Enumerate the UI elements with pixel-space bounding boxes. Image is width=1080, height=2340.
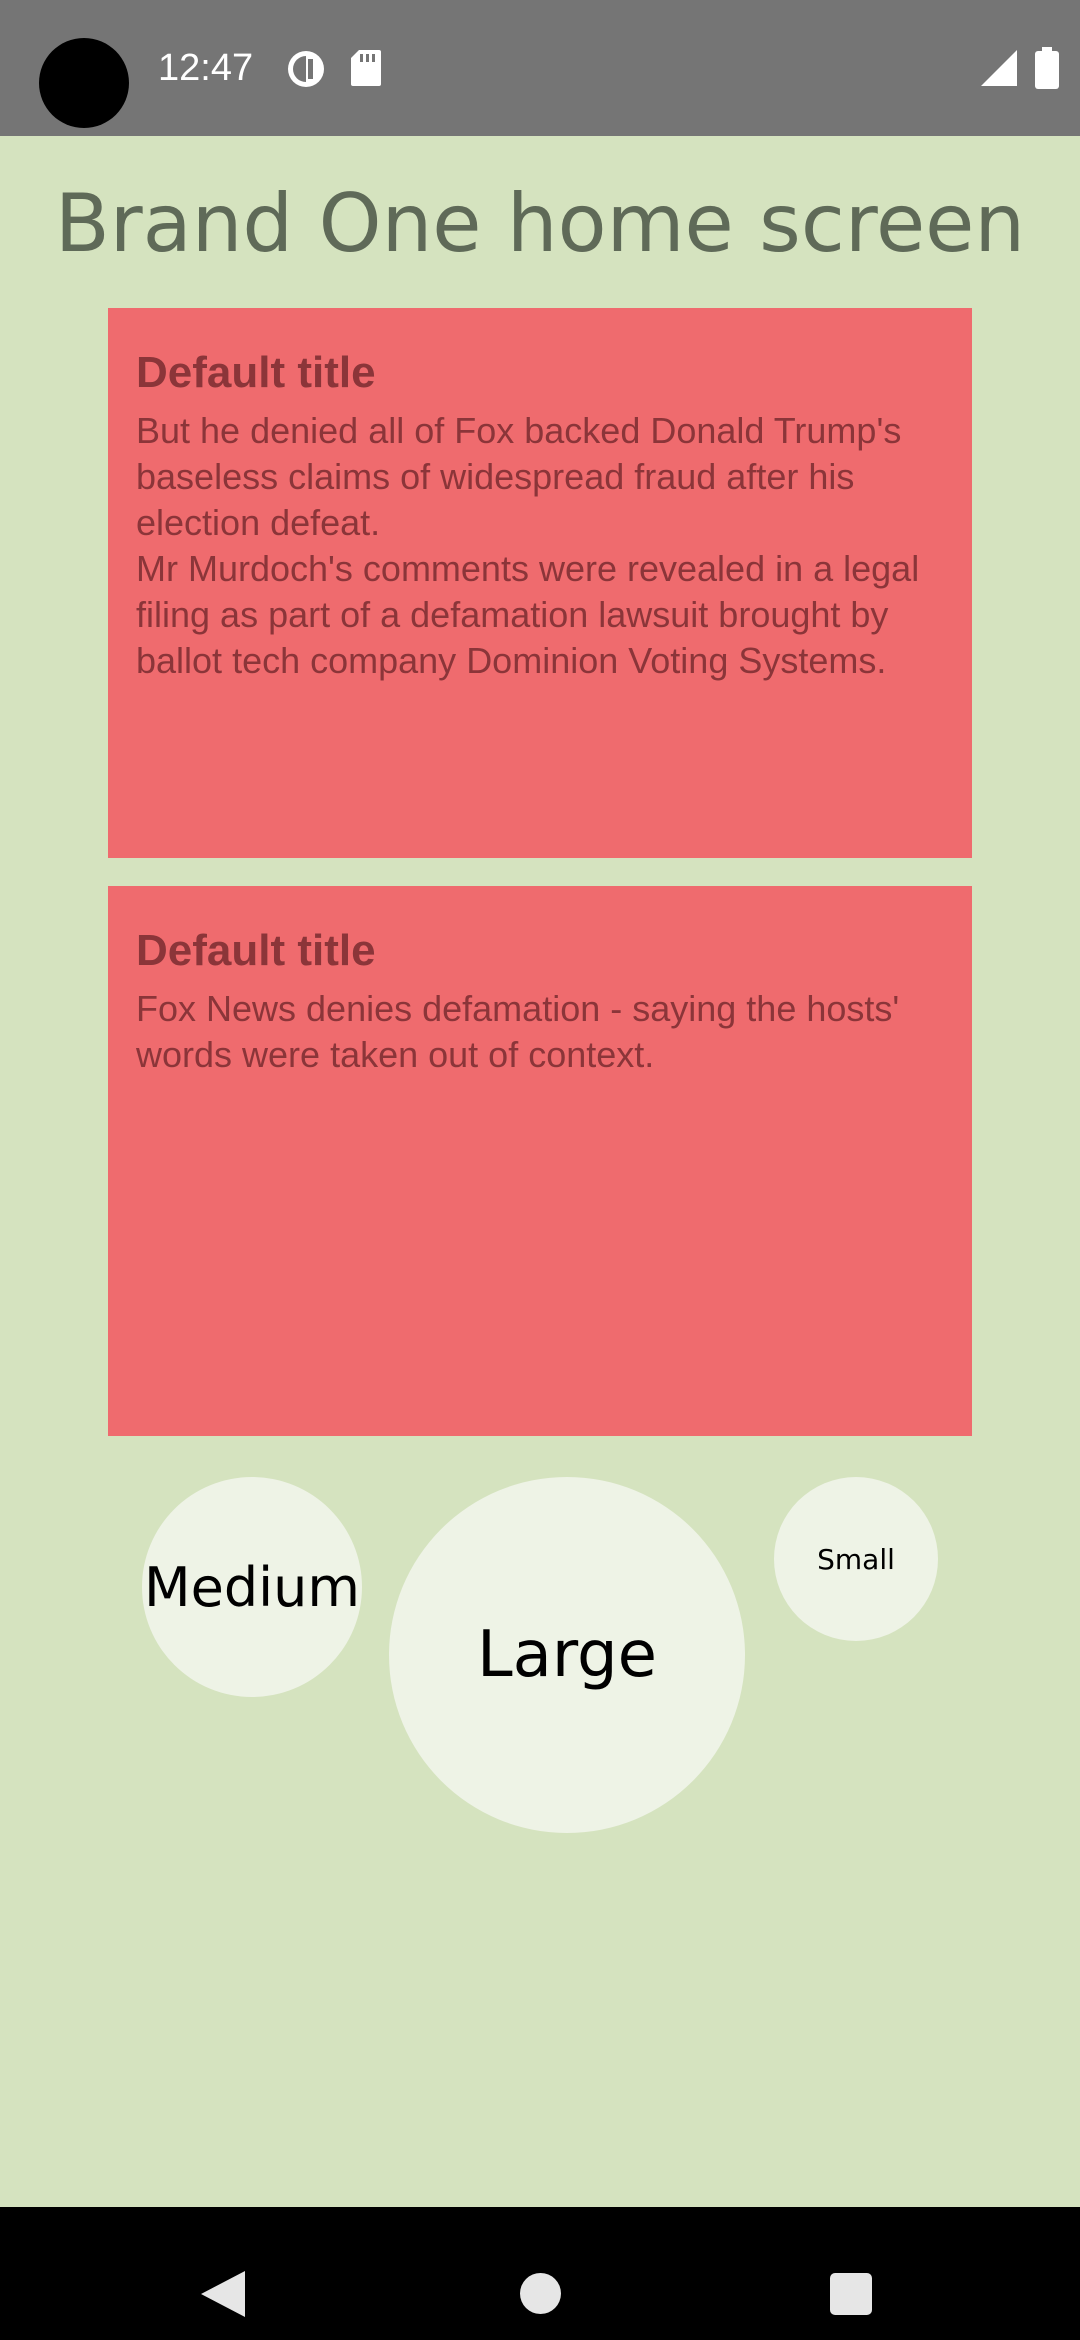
privacy-indicator-icon — [288, 51, 324, 87]
camera-cutout — [39, 38, 129, 128]
small-size-button[interactable]: Small — [774, 1477, 938, 1641]
back-icon[interactable] — [201, 2271, 245, 2317]
large-size-button[interactable]: Large — [389, 1477, 745, 1833]
card-body: Fox News denies defamation - saying the … — [136, 988, 900, 1075]
medium-size-label: Medium — [144, 1555, 360, 1619]
home-icon[interactable] — [520, 2273, 561, 2314]
status-bar: 12:47 — [0, 0, 1080, 136]
card-body: But he denied all of Fox backed Donald T… — [136, 410, 920, 681]
status-time: 12:47 — [158, 47, 254, 89]
recents-icon[interactable] — [830, 2273, 872, 2315]
home-screen: 12:47 Brand One home screen Default titl… — [0, 0, 1080, 2340]
page-title: Brand One home screen — [54, 177, 1026, 270]
large-size-label: Large — [476, 1618, 658, 1692]
news-card[interactable]: Default title Fox News denies defamation… — [108, 886, 972, 1436]
navigation-bar — [0, 2207, 1080, 2340]
sd-card-icon — [351, 50, 381, 86]
card-title: Default title — [136, 348, 376, 397]
cellular-signal-icon — [981, 50, 1017, 86]
medium-size-button[interactable]: Medium — [142, 1477, 362, 1697]
small-size-label: Small — [817, 1542, 895, 1576]
battery-icon — [1035, 47, 1059, 89]
card-title: Default title — [136, 926, 376, 975]
news-card[interactable]: Default title But he denied all of Fox b… — [108, 308, 972, 858]
